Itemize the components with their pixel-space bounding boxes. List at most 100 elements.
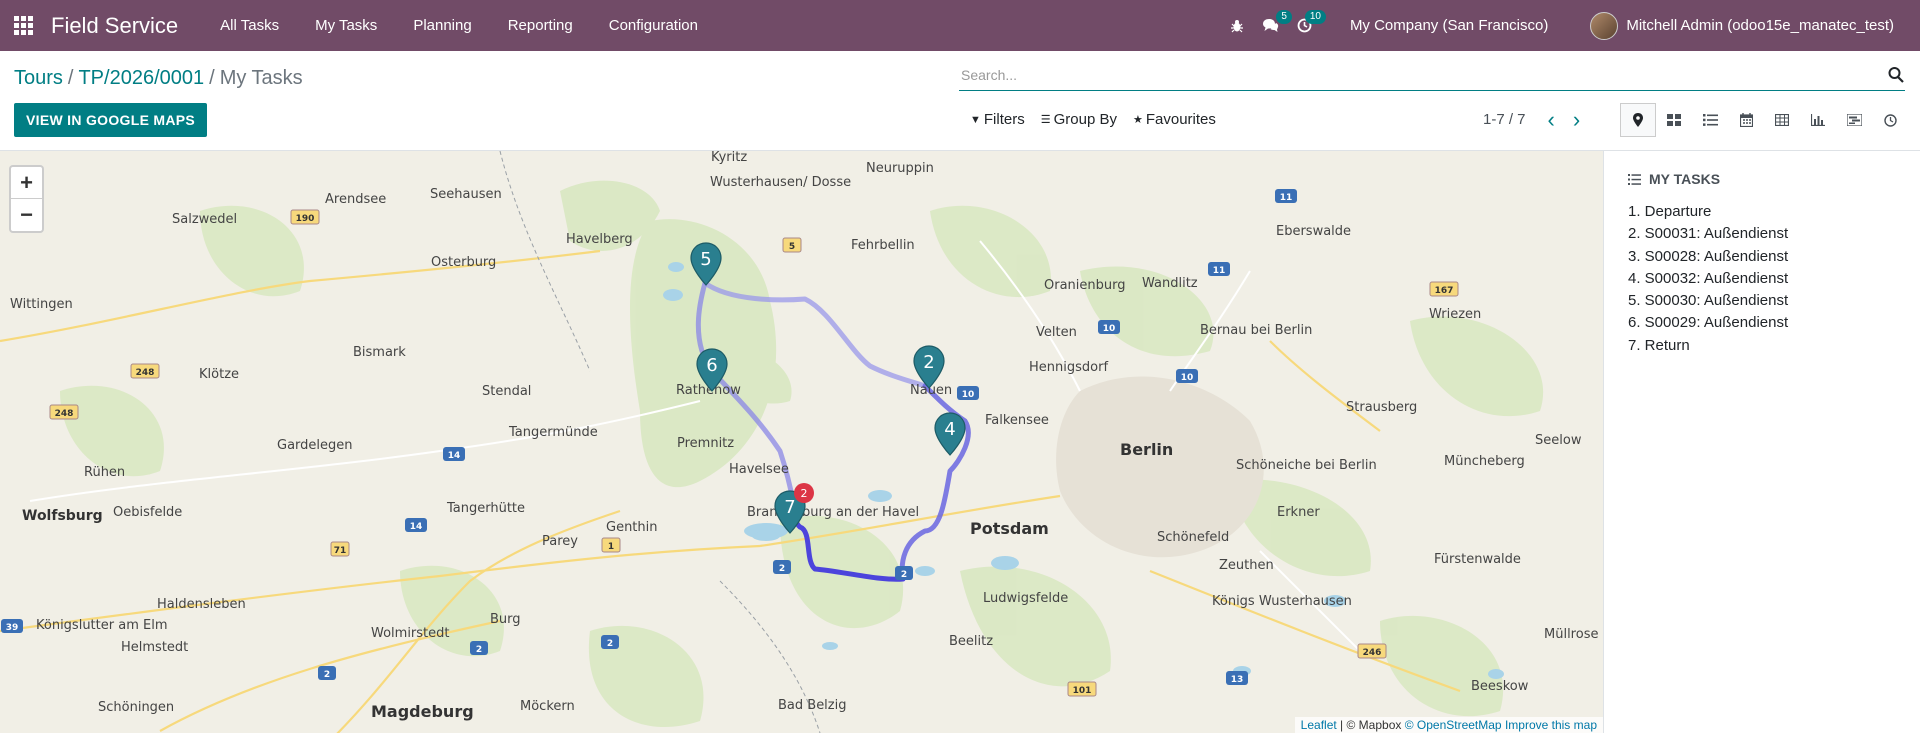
list-item[interactable]: 5. S00030: Außendienst [1628, 290, 1788, 312]
group-by-button[interactable]: ☰ Group By [1041, 111, 1117, 128]
graph-view-icon[interactable] [1800, 103, 1836, 137]
menu-all-tasks[interactable]: All Tasks [202, 0, 297, 51]
map-container[interactable]: 190 5 248 248 167 71 1 101 246 11 11 10 … [0, 151, 1603, 733]
pager-next-icon[interactable]: › [1573, 108, 1580, 130]
marker-label: 6 [706, 355, 717, 376]
city-label: Magdeburg [371, 702, 474, 721]
city-label: Gardelegen [277, 438, 353, 453]
map-view-icon[interactable] [1620, 103, 1656, 137]
view-switcher [1620, 103, 1908, 137]
filters-button[interactable]: ▼ Filters [970, 111, 1025, 128]
app-brand[interactable]: Field Service [51, 13, 178, 39]
calendar-view-icon[interactable] [1728, 103, 1764, 137]
activity-view-icon[interactable] [1872, 103, 1908, 137]
user-menu[interactable]: Mitchell Admin (odoo15e_manatec_test) [1590, 11, 1894, 40]
openstreetmap-link[interactable]: © OpenStreetMap [1405, 718, 1502, 732]
city-label: Falkensee [985, 413, 1049, 428]
city-label: Möckern [520, 699, 575, 714]
city-label: Eberswalde [1276, 224, 1351, 239]
view-in-google-maps-button[interactable]: VIEW IN GOOGLE MAPS [14, 103, 208, 137]
menu-configuration[interactable]: Configuration [591, 0, 716, 51]
marker-label: 4 [944, 419, 955, 440]
city-label: Wolmirstedt [371, 626, 450, 641]
pager-value[interactable]: 1-7 / 7 [1483, 111, 1526, 128]
city-label: Bad Belzig [778, 698, 847, 713]
search-input[interactable] [959, 61, 1905, 89]
avatar [1590, 11, 1619, 40]
city-label: Königs Wusterhausen [1212, 594, 1352, 609]
svg-text:39: 39 [6, 623, 19, 633]
breadcrumb-tour-record[interactable]: TP/2026/0001 [78, 67, 204, 89]
breadcrumb-tours[interactable]: Tours [14, 67, 63, 89]
leaflet-link[interactable]: Leaflet [1301, 718, 1337, 732]
list-item[interactable]: 4. S00032: Außendienst [1628, 268, 1788, 290]
city-label: Brandenburg an der Havel [747, 505, 919, 520]
activities-clock-icon[interactable]: 10 [1288, 0, 1326, 51]
pager-previous-icon[interactable]: ‹ [1548, 108, 1555, 130]
breadcrumb-current: My Tasks [219, 67, 303, 89]
city-label: Wusterhausen/ Dosse [710, 175, 851, 190]
marker-label: 2 [923, 352, 934, 373]
list-item[interactable]: 3. S00028: Außendienst [1628, 246, 1788, 268]
company-switcher[interactable]: My Company (San Francisco) [1350, 17, 1548, 34]
zoom-in-button[interactable]: + [11, 167, 42, 199]
svg-text:14: 14 [448, 451, 461, 461]
svg-text:101: 101 [1073, 686, 1092, 696]
svg-text:5: 5 [789, 242, 795, 252]
city-label: Seelow [1535, 433, 1582, 448]
menu-my-tasks[interactable]: My Tasks [297, 0, 395, 51]
city-label: Wolfsburg [22, 508, 103, 524]
city-label: Salzwedel [172, 212, 237, 227]
city-label: Burg [490, 612, 521, 627]
route-marker[interactable]: 4 [934, 412, 966, 456]
list-item[interactable]: 2. S00031: Außendienst [1628, 223, 1788, 245]
svg-text:11: 11 [1213, 266, 1226, 276]
marker-label: 7 [784, 497, 795, 518]
city-label: Rühen [84, 465, 125, 480]
improve-map-link[interactable]: Improve this map [1505, 718, 1597, 732]
gantt-view-icon[interactable] [1836, 103, 1872, 137]
map-attribution: Leaflet | © Mapbox © OpenStreetMap Impro… [1294, 717, 1603, 733]
search-icon[interactable] [1887, 65, 1905, 85]
city-label: Beeskow [1471, 679, 1529, 694]
city-label: Bernau bei Berlin [1200, 323, 1312, 338]
zoom-out-button[interactable]: − [11, 199, 42, 231]
list-item[interactable]: 7. Return [1628, 335, 1788, 357]
city-label: Schönefeld [1157, 530, 1229, 545]
city-label: Velten [1036, 325, 1077, 340]
city-label: Havelsee [729, 462, 789, 477]
city-label: Potsdam [970, 519, 1049, 538]
favourites-button[interactable]: ★ Favourites [1133, 111, 1216, 128]
svg-text:2: 2 [901, 570, 907, 580]
city-label: Stendal [482, 384, 531, 399]
list-view-icon[interactable] [1692, 103, 1728, 137]
city-label: Königslutter am Elm [36, 618, 167, 633]
group-by-label: Group By [1053, 111, 1117, 128]
control-panel: Tours / TP/2026/0001/My Tasks VIEW IN GOOG… [0, 51, 1920, 151]
svg-text:248: 248 [136, 368, 155, 378]
svg-text:10: 10 [962, 390, 975, 400]
bug-icon[interactable] [1220, 0, 1254, 51]
city-label: Wriezen [1429, 307, 1481, 322]
city-label: Strausberg [1346, 400, 1417, 415]
menu-reporting[interactable]: Reporting [490, 0, 591, 51]
city-label: Seehausen [430, 187, 502, 202]
menu-planning[interactable]: Planning [395, 0, 489, 51]
svg-text:10: 10 [1103, 324, 1116, 334]
pivot-view-icon[interactable] [1764, 103, 1800, 137]
messages-icon[interactable]: 5 [1254, 0, 1292, 51]
city-label: Schöneiche bei Berlin [1236, 458, 1377, 473]
list-item[interactable]: 6. S00029: Außendienst [1628, 312, 1788, 334]
apps-menu-icon[interactable] [0, 0, 46, 51]
city-label: Beelitz [949, 634, 993, 649]
filter-icon: ▼ [970, 113, 981, 126]
svg-text:190: 190 [296, 214, 315, 224]
kanban-view-icon[interactable] [1656, 103, 1692, 137]
city-label: Parey [542, 534, 578, 549]
city-label: Tangermünde [508, 425, 598, 440]
city-label: Klötze [199, 367, 239, 382]
list-item[interactable]: 1. Departure [1628, 201, 1788, 223]
activities-badge: 10 [1304, 10, 1326, 24]
city-label: Wittingen [10, 297, 73, 312]
svg-text:11: 11 [1280, 193, 1293, 203]
